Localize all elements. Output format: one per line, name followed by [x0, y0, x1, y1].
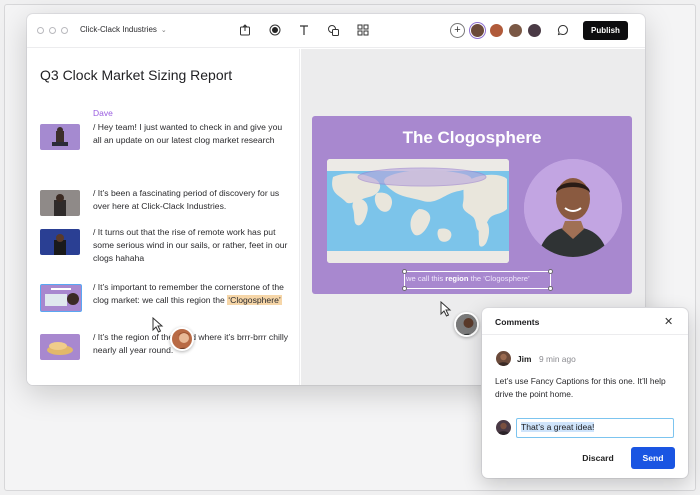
- collaborator-cursor-avatar: [454, 312, 479, 337]
- reply-input-value: That’s a great idea!: [521, 422, 595, 432]
- speaker-label[interactable]: Dave: [93, 108, 113, 118]
- grid-icon[interactable]: [356, 23, 370, 37]
- collaborator-avatar[interactable]: [508, 23, 523, 38]
- text-tool-icon[interactable]: [297, 23, 311, 37]
- publish-button[interactable]: Publish: [583, 21, 628, 40]
- collaborator-avatar[interactable]: [489, 23, 504, 38]
- chevron-down-icon: ⌄: [160, 26, 167, 34]
- collaborator-avatar[interactable]: [470, 23, 485, 38]
- collaborator-avatar[interactable]: [527, 23, 542, 38]
- workspace-switcher[interactable]: Click-Clack Industries ⌄: [80, 25, 167, 34]
- document-title[interactable]: Q3 Clock Market Sizing Report: [40, 67, 232, 83]
- scene-thumbnail[interactable]: [40, 124, 80, 150]
- caption-text: the ‘Clogosphere’: [468, 274, 530, 283]
- window-zoom-dot[interactable]: [61, 27, 68, 34]
- reply-input[interactable]: That’s a great idea!: [516, 418, 674, 438]
- slide-caption[interactable]: we call this region the ‘Clogosphere’: [406, 274, 551, 283]
- script-paragraph[interactable]: / It turns out that the rise of remote w…: [93, 226, 293, 266]
- script-paragraph[interactable]: / It’s important to remember the corners…: [93, 281, 293, 307]
- presenter-portrait[interactable]: [524, 159, 622, 257]
- record-icon[interactable]: [268, 23, 282, 37]
- window-minimize-dot[interactable]: [49, 27, 56, 34]
- shapes-icon[interactable]: [326, 23, 340, 37]
- caption-emphasis: region: [445, 274, 469, 283]
- comments-title: Comments: [495, 317, 540, 327]
- scene-thumbnail[interactable]: [40, 229, 80, 255]
- highlighted-term[interactable]: ‘Clogosphere’: [227, 295, 282, 306]
- close-icon[interactable]: ✕: [664, 315, 673, 328]
- mouse-cursor-icon: [440, 300, 452, 322]
- scene-thumbnail[interactable]: [40, 190, 80, 216]
- script-paragraph[interactable]: / It’s been a fascinating period of disc…: [93, 187, 293, 213]
- comment-body: Let’s use Fancy Captions for this one. I…: [495, 376, 666, 399]
- window-controls: [37, 27, 68, 34]
- comment-timestamp: 9 min ago: [539, 354, 576, 364]
- slide-title[interactable]: The Clogosphere: [312, 128, 632, 148]
- comment-icon[interactable]: [556, 23, 570, 37]
- resize-handle[interactable]: [548, 286, 553, 291]
- comments-panel: Comments ✕ Jim 9 min ago Let’s use Fancy…: [482, 308, 688, 478]
- scene-thumbnail-selected[interactable]: [40, 284, 82, 312]
- window-close-dot[interactable]: [37, 27, 44, 34]
- comment-author: Jim: [517, 354, 532, 364]
- avatar: [496, 420, 511, 435]
- export-icon[interactable]: [238, 23, 252, 37]
- top-toolbar: Click-Clack Industries ⌄ + Publish: [27, 14, 645, 48]
- add-collaborator-button[interactable]: +: [450, 23, 465, 38]
- mouse-cursor-icon: [152, 316, 164, 338]
- resize-handle[interactable]: [402, 286, 407, 291]
- world-map-image[interactable]: [327, 159, 509, 263]
- script-editor: Q3 Clock Market Sizing Report Dave / Hey…: [27, 49, 300, 385]
- script-paragraph[interactable]: / Hey team! I just wanted to check in an…: [93, 121, 293, 147]
- discard-button[interactable]: Discard: [570, 447, 626, 469]
- scene-thumbnail[interactable]: [40, 334, 80, 360]
- workspace-name: Click-Clack Industries: [80, 25, 157, 34]
- collaborator-cursor-avatar: [170, 327, 194, 351]
- slide-preview[interactable]: The Clogosphere we call this region the …: [312, 116, 632, 294]
- caption-text: we call this: [406, 274, 446, 283]
- comments-header: Comments ✕: [482, 308, 688, 335]
- avatar: [496, 351, 511, 366]
- send-button[interactable]: Send: [631, 447, 675, 469]
